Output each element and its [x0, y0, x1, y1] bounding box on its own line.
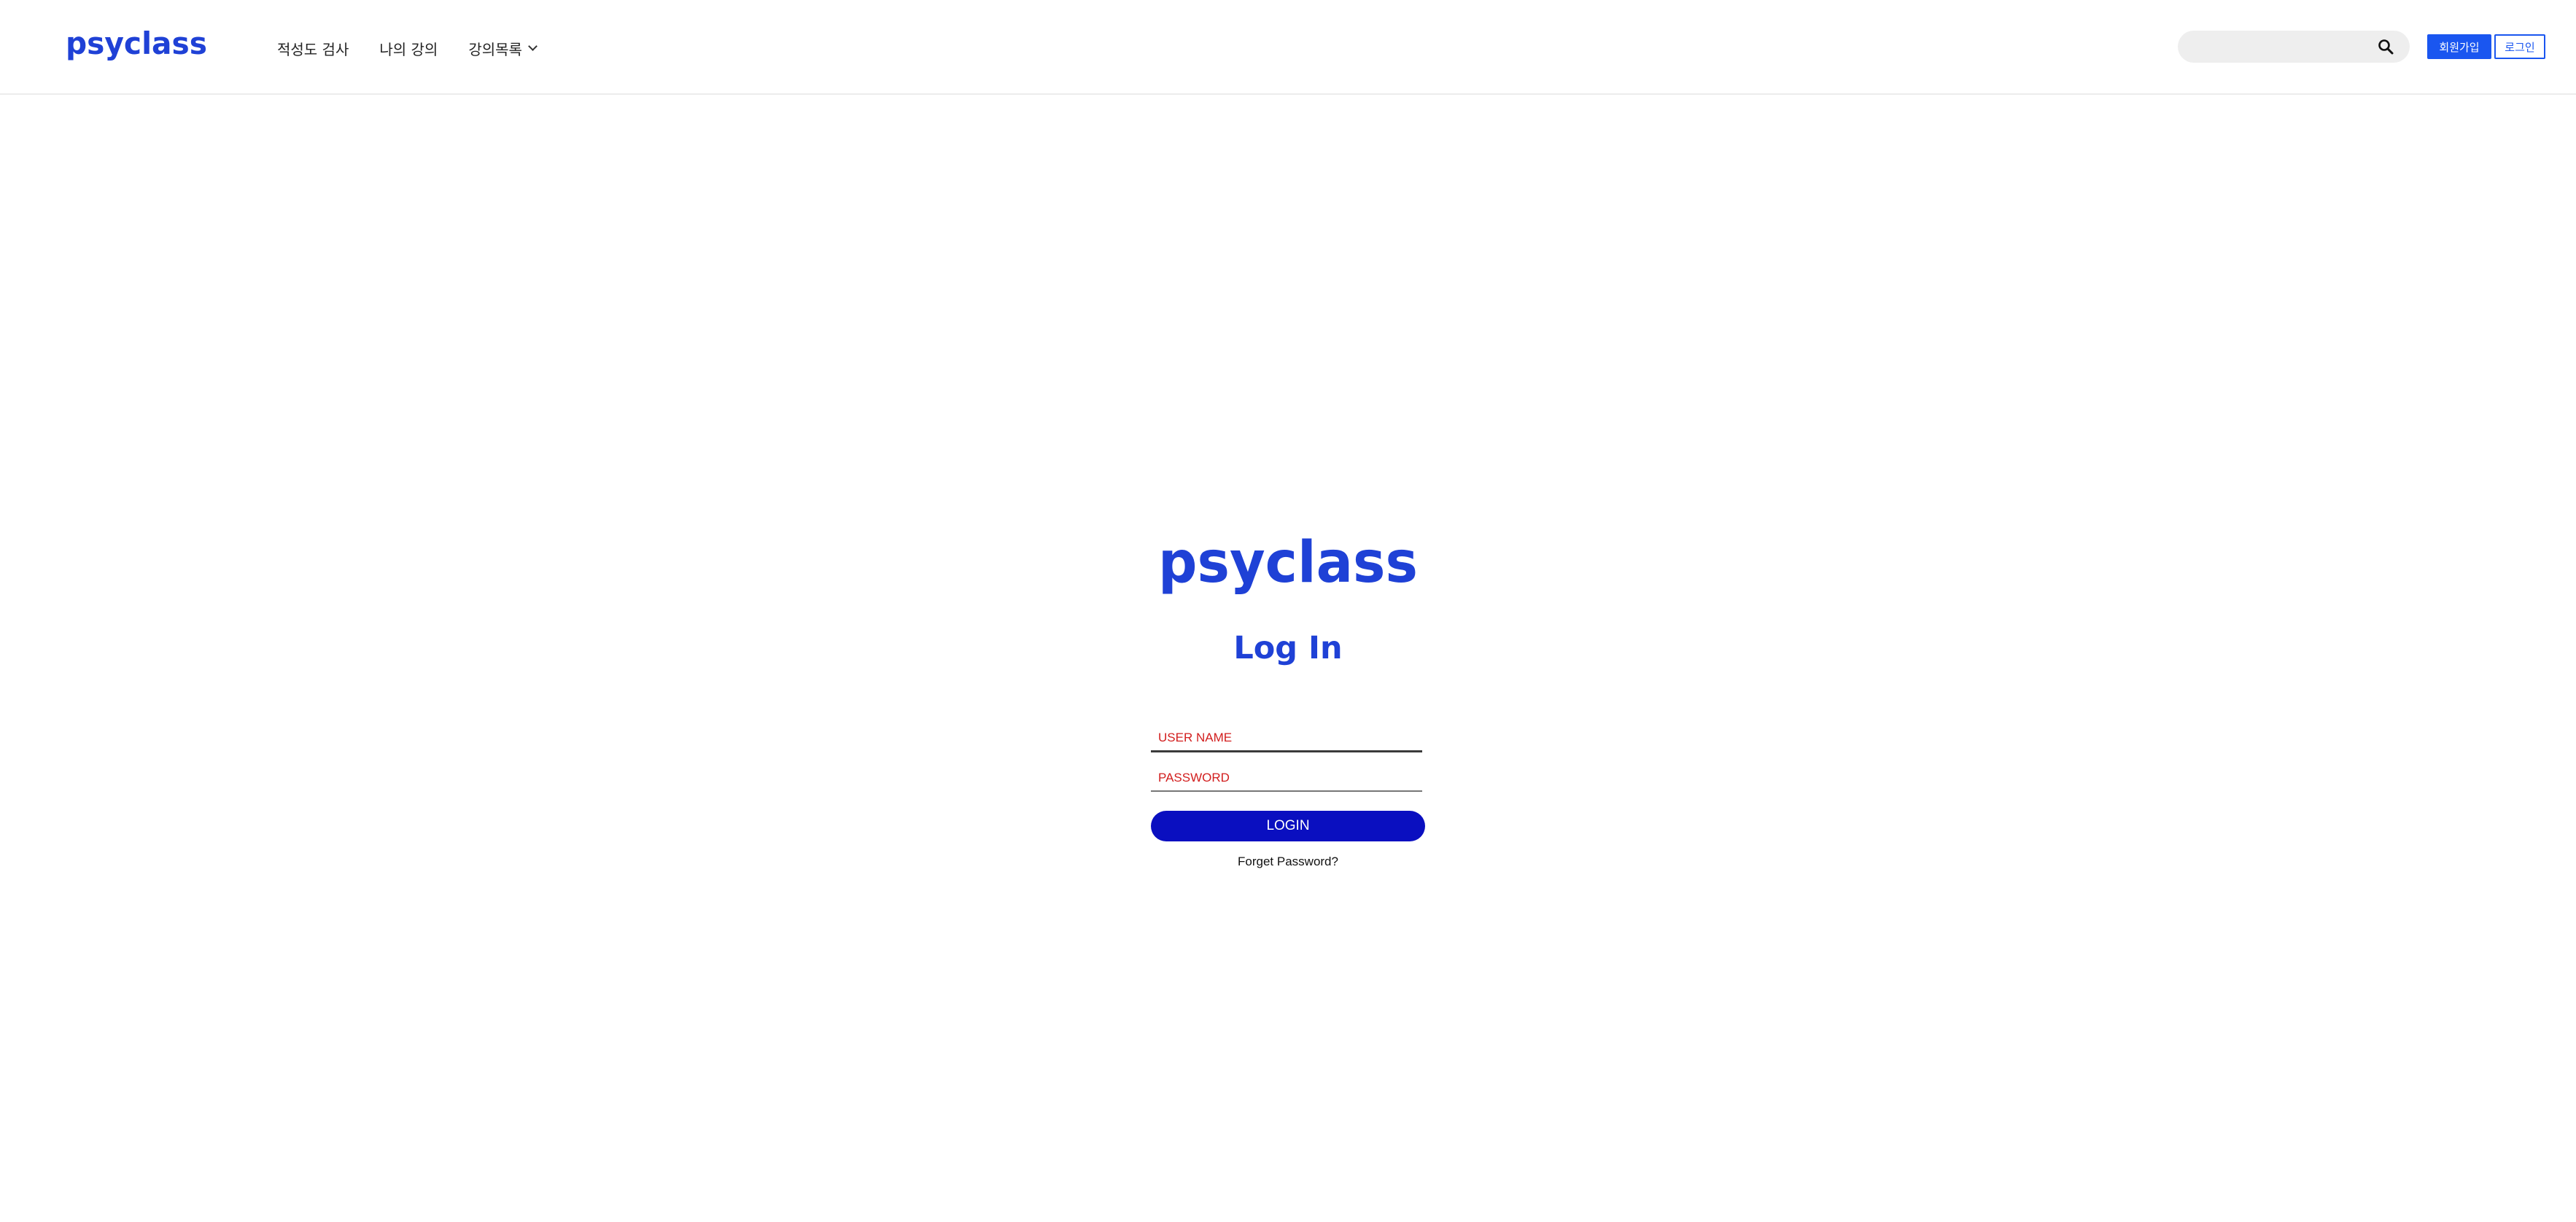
chevron-down-icon: [528, 41, 538, 51]
username-field: [1151, 720, 1422, 752]
nav-item-label: 적성도 검사: [277, 40, 349, 58]
top-header: psyclass 적성도 검사 나의 강의 강의목록 회원가입 로그인: [0, 0, 2576, 95]
login-submit-button[interactable]: LOGIN: [1151, 811, 1425, 841]
username-input[interactable]: [1151, 720, 1422, 750]
login-logo-text: psyclass: [1158, 537, 1418, 596]
forgot-password-link[interactable]: Forget Password?: [1142, 855, 1434, 869]
nav-item-my-lectures[interactable]: 나의 강의: [379, 38, 438, 59]
header-login-button[interactable]: 로그인: [2494, 34, 2545, 59]
search-box: [2178, 31, 2410, 63]
nav-item-label: 강의목록: [468, 40, 522, 58]
login-logo: psyclass: [1157, 530, 1419, 599]
login-title: Log In: [1233, 630, 1343, 666]
password-input[interactable]: [1151, 760, 1422, 790]
nav-item-label: 나의 강의: [379, 40, 438, 58]
search-icon[interactable]: [2378, 39, 2394, 55]
header-logo[interactable]: psyclass: [66, 25, 209, 66]
search-input[interactable]: [2194, 31, 2369, 63]
password-field: [1151, 760, 1422, 792]
header-logo-text: psyclass: [66, 26, 207, 61]
nav-item-lecture-list[interactable]: 강의목록: [468, 38, 538, 59]
main-nav: 적성도 검사 나의 강의 강의목록: [277, 36, 567, 60]
signup-button[interactable]: 회원가입: [2427, 34, 2491, 59]
nav-item-aptitude-test[interactable]: 적성도 검사: [277, 38, 349, 59]
